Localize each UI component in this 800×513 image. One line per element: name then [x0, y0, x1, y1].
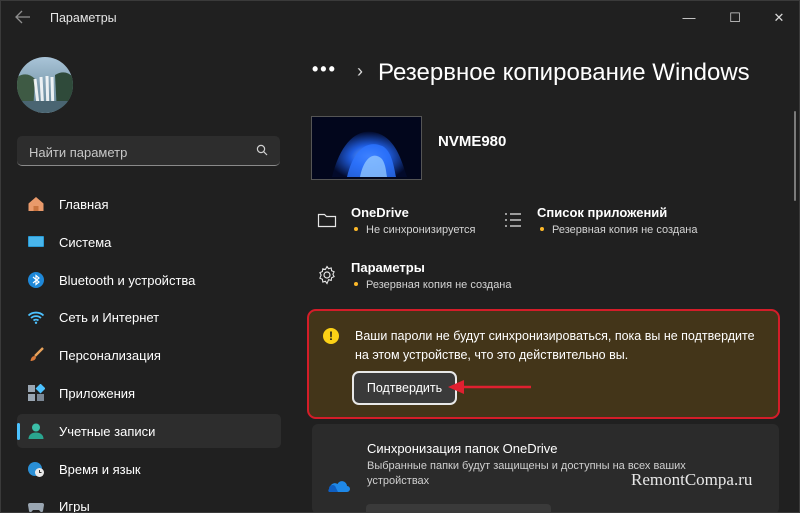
folder-icon	[317, 213, 337, 228]
sync-title: Синхронизация папок OneDrive	[367, 441, 558, 456]
user-avatar[interactable]	[17, 57, 73, 113]
device-name: NVME980	[438, 133, 507, 150]
title-bar: Параметры — ☐ ✕	[1, 1, 799, 35]
sidebar-item-label: Персонализация	[59, 348, 161, 364]
gamepad-icon	[28, 503, 44, 512]
sidebar-item-bluetooth[interactable]: Bluetooth и устройства	[17, 263, 281, 297]
app-title: Параметры	[50, 11, 117, 25]
status-dot	[540, 227, 544, 232]
back-button[interactable]	[15, 10, 33, 26]
search-icon[interactable]	[256, 144, 268, 156]
sidebar-item-personalization[interactable]: Персонализация	[17, 338, 281, 372]
device-thumbnail	[311, 116, 422, 180]
selection-indicator	[17, 422, 20, 440]
app-list-status-text: Резервная копия не создана	[537, 224, 698, 236]
sidebar-nav: Главная Система Bluetooth и устройства С…	[17, 187, 281, 513]
onedrive-title: OneDrive	[351, 205, 409, 220]
wifi-icon	[27, 312, 45, 325]
sidebar-item-home[interactable]: Главная	[17, 187, 281, 221]
status-dot	[354, 282, 358, 287]
home-icon	[28, 197, 44, 211]
brush-icon	[30, 347, 44, 362]
breadcrumb-separator: ›	[357, 61, 363, 81]
page-title: Резервное копирование Windows	[378, 59, 750, 86]
watermark: RemontCompa.ru	[631, 470, 753, 489]
warning-icon: !	[323, 328, 339, 344]
bluetooth-icon	[28, 271, 44, 288]
gear-icon	[319, 265, 335, 285]
sidebar-item-gaming[interactable]: Игры	[17, 489, 281, 513]
sync-action-button[interactable]	[366, 504, 551, 512]
onedrive-folder-sync-card[interactable]: Синхронизация папок OneDrive Выбранные п…	[312, 424, 779, 512]
maximize-button[interactable]: ☐	[712, 7, 758, 29]
sidebar-item-time-language[interactable]: Время и язык	[17, 452, 281, 486]
system-icon	[28, 235, 44, 247]
sidebar-item-label: Игры	[59, 499, 90, 513]
account-icon	[28, 423, 44, 439]
settings-window: Параметры — ☐ ✕ Главная	[0, 0, 800, 513]
scrollbar[interactable]	[794, 111, 796, 201]
breadcrumb-more-button[interactable]: •••	[312, 59, 337, 80]
onedrive-status-text: Не синхронизируется	[351, 224, 475, 236]
search-box[interactable]	[17, 136, 280, 166]
onedrive-cloud-icon	[328, 481, 350, 492]
sidebar-item-label: Главная	[59, 197, 109, 212]
sidebar-item-network[interactable]: Сеть и Интернет	[17, 300, 281, 334]
list-icon	[505, 213, 521, 227]
app-list-title: Список приложений	[537, 205, 668, 220]
avatar-image	[17, 57, 73, 113]
sidebar-item-label: Сеть и Интернет	[59, 310, 160, 326]
sidebar-item-system[interactable]: Система	[17, 225, 281, 259]
arrow-left-icon	[15, 10, 30, 24]
sidebar-item-accounts[interactable]: Учетные записи	[17, 413, 281, 448]
sidebar-item-label: Система	[59, 234, 112, 250]
settings-status-text: Резервная копия не создана	[351, 279, 512, 291]
search-input[interactable]	[27, 142, 246, 162]
sidebar-item-label: Bluetooth и устройства	[59, 272, 196, 288]
apps-icon	[28, 383, 45, 401]
warning-message: Ваши пароли не будут синхронизироваться,…	[355, 329, 755, 362]
close-button[interactable]: ✕	[756, 7, 799, 29]
sidebar-item-label: Учетные записи	[59, 423, 156, 439]
confirm-button[interactable]: Подтвердить	[352, 371, 457, 405]
status-dot	[354, 227, 358, 232]
password-warning-banner: ! Ваши пароли не будут синхронизироватьс…	[307, 309, 780, 419]
sidebar-item-label: Приложения	[59, 385, 136, 401]
sidebar-item-apps[interactable]: Приложения	[17, 376, 281, 410]
wallpaper-image	[312, 117, 421, 179]
minimize-button[interactable]: —	[666, 7, 712, 29]
settings-title: Параметры	[351, 260, 425, 275]
sidebar-item-label: Время и язык	[59, 461, 141, 477]
red-arrow-annotation	[448, 380, 531, 394]
clock-globe-icon	[28, 461, 44, 477]
